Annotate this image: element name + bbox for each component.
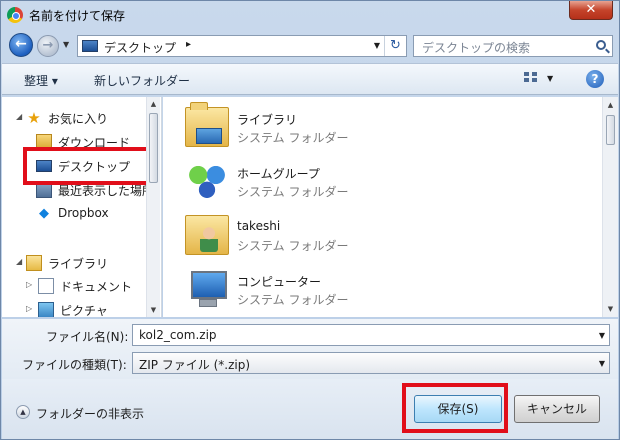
nav-label: ピクチャ bbox=[60, 304, 108, 317]
filetype-dropdown-icon[interactable]: ▼ bbox=[599, 359, 605, 368]
item-type: システム フォルダー bbox=[237, 293, 349, 307]
nav-item-dropbox[interactable]: ◆ Dropbox bbox=[2, 203, 146, 225]
item-type: システム フォルダー bbox=[237, 131, 349, 145]
nav-item-pictures[interactable]: ▷ ピクチャ bbox=[2, 299, 146, 317]
highlight-box-desktop bbox=[23, 147, 151, 185]
item-name: コンピューター bbox=[237, 275, 322, 289]
view-dropdown-icon[interactable]: ▼ bbox=[547, 74, 553, 83]
window-title: 名前を付けて保存 bbox=[29, 9, 126, 23]
nav-label: ライブラリ bbox=[48, 257, 109, 271]
navigation-pane: ◢ ★ お気に入り ダウンロード デスクトップ 最近表示した場所 ◆ Dropb… bbox=[2, 97, 162, 317]
nav-label: お気に入り bbox=[48, 112, 109, 126]
filename-value[interactable]: kol2_com.zip bbox=[139, 328, 217, 342]
scroll-up-icon[interactable]: ▲ bbox=[603, 97, 618, 113]
help-icon[interactable]: ? bbox=[586, 70, 604, 88]
hide-folders-label[interactable]: フォルダーの非表示 bbox=[36, 405, 144, 422]
nav-item-documents[interactable]: ▷ ドキュメント bbox=[2, 275, 146, 297]
nav-label: ドキュメント bbox=[60, 280, 133, 294]
command-bar: 整理 ▾ 新しいフォルダー ▼ ? bbox=[2, 63, 618, 95]
item-name: takeshi bbox=[237, 219, 281, 233]
nav-scroll-thumb[interactable] bbox=[149, 113, 158, 183]
filetype-label: ファイルの種類(T): bbox=[22, 358, 127, 372]
address-row: ← → ▼ デスクトップ ▸ ▼ ↻ デスクトップの検索 bbox=[1, 31, 619, 61]
item-name: ホームグループ bbox=[237, 167, 320, 181]
item-name: ライブラリ bbox=[237, 113, 298, 127]
refresh-button[interactable]: ↻ bbox=[384, 36, 406, 56]
title-bar: 名前を付けて保存 ✕ bbox=[1, 1, 619, 29]
history-dropdown-icon[interactable]: ▼ bbox=[63, 40, 69, 49]
file-list-scrollbar[interactable]: ▲ ▼ bbox=[602, 97, 618, 317]
filename-dropdown-icon[interactable]: ▼ bbox=[599, 331, 605, 340]
nav-libraries[interactable]: ◢ ライブラリ bbox=[2, 252, 146, 274]
breadcrumb-chevron-icon[interactable]: ▸ bbox=[186, 39, 191, 50]
forward-button[interactable]: → bbox=[37, 35, 59, 57]
library-icon bbox=[26, 255, 42, 271]
expand-icon[interactable]: ▷ bbox=[26, 304, 32, 313]
filetype-select[interactable]: ZIP ファイル (*.zip) ▼ bbox=[132, 352, 610, 374]
list-item[interactable]: ライブラリ システム フォルダー bbox=[181, 102, 581, 153]
close-button[interactable]: ✕ bbox=[569, 1, 613, 20]
cancel-button[interactable]: キャンセル bbox=[514, 395, 600, 423]
search-placeholder: デスクトップの検索 bbox=[422, 41, 531, 55]
item-type: システム フォルダー bbox=[237, 185, 349, 199]
chevron-up-icon[interactable]: ▲ bbox=[16, 405, 30, 419]
address-location[interactable]: デスクトップ bbox=[104, 39, 176, 56]
dropbox-icon: ◆ bbox=[39, 206, 49, 221]
filename-field[interactable]: kol2_com.zip ▼ bbox=[132, 324, 610, 346]
file-list-scroll-thumb[interactable] bbox=[606, 115, 615, 145]
dialog-footer: ▲ フォルダーの非表示 保存(S) キャンセル bbox=[2, 379, 618, 439]
list-item[interactable]: コンピューター システム フォルダー bbox=[181, 265, 581, 315]
search-icon[interactable] bbox=[596, 40, 606, 50]
pictures-icon bbox=[38, 302, 54, 317]
file-list: ライブラリ システム フォルダー ホームグループ システム フォルダー take… bbox=[163, 97, 618, 317]
filename-label: ファイル名(N): bbox=[46, 330, 129, 344]
scroll-down-icon[interactable]: ▼ bbox=[603, 301, 618, 317]
filetype-value[interactable]: ZIP ファイル (*.zip) bbox=[139, 358, 250, 372]
organize-menu[interactable]: 整理 ▾ bbox=[24, 72, 58, 89]
scroll-down-icon[interactable]: ▼ bbox=[147, 303, 160, 317]
expand-icon[interactable]: ▷ bbox=[26, 280, 32, 289]
address-bar[interactable]: デスクトップ ▸ ▼ ↻ bbox=[77, 35, 407, 57]
highlight-box-save bbox=[402, 383, 508, 433]
scroll-up-icon[interactable]: ▲ bbox=[147, 97, 160, 111]
item-type: システム フォルダー bbox=[237, 239, 349, 253]
list-item[interactable]: takeshi システム フォルダー bbox=[181, 211, 581, 261]
star-icon: ★ bbox=[27, 109, 41, 127]
list-item[interactable]: ホームグループ システム フォルダー bbox=[181, 157, 581, 207]
documents-icon bbox=[38, 278, 54, 294]
homegroup-icon bbox=[185, 161, 229, 201]
address-dropdown-icon[interactable]: ▼ bbox=[374, 41, 380, 50]
new-folder-button[interactable]: 新しいフォルダー bbox=[94, 72, 190, 89]
chrome-icon bbox=[7, 7, 23, 23]
nav-label: Dropbox bbox=[58, 206, 109, 220]
nav-favorites[interactable]: ◢ ★ お気に入り bbox=[2, 107, 146, 129]
desktop-icon bbox=[82, 40, 98, 52]
save-as-dialog: 名前を付けて保存 ✕ ← → ▼ デスクトップ ▸ ▼ ↻ デスクトップの検索 … bbox=[0, 0, 620, 440]
library-folder-icon bbox=[185, 102, 229, 147]
user-folder-icon bbox=[185, 215, 229, 255]
nav-scrollbar[interactable]: ▲ ▼ bbox=[146, 97, 160, 317]
save-form: ファイル名(N): kol2_com.zip ▼ ファイルの種類(T): ZIP… bbox=[2, 319, 618, 379]
collapse-icon[interactable]: ◢ bbox=[16, 112, 22, 121]
computer-icon bbox=[185, 269, 229, 309]
back-button[interactable]: ← bbox=[9, 33, 33, 57]
collapse-icon[interactable]: ◢ bbox=[16, 257, 22, 266]
view-options-icon[interactable] bbox=[524, 72, 540, 86]
search-input[interactable]: デスクトップの検索 bbox=[413, 35, 613, 57]
